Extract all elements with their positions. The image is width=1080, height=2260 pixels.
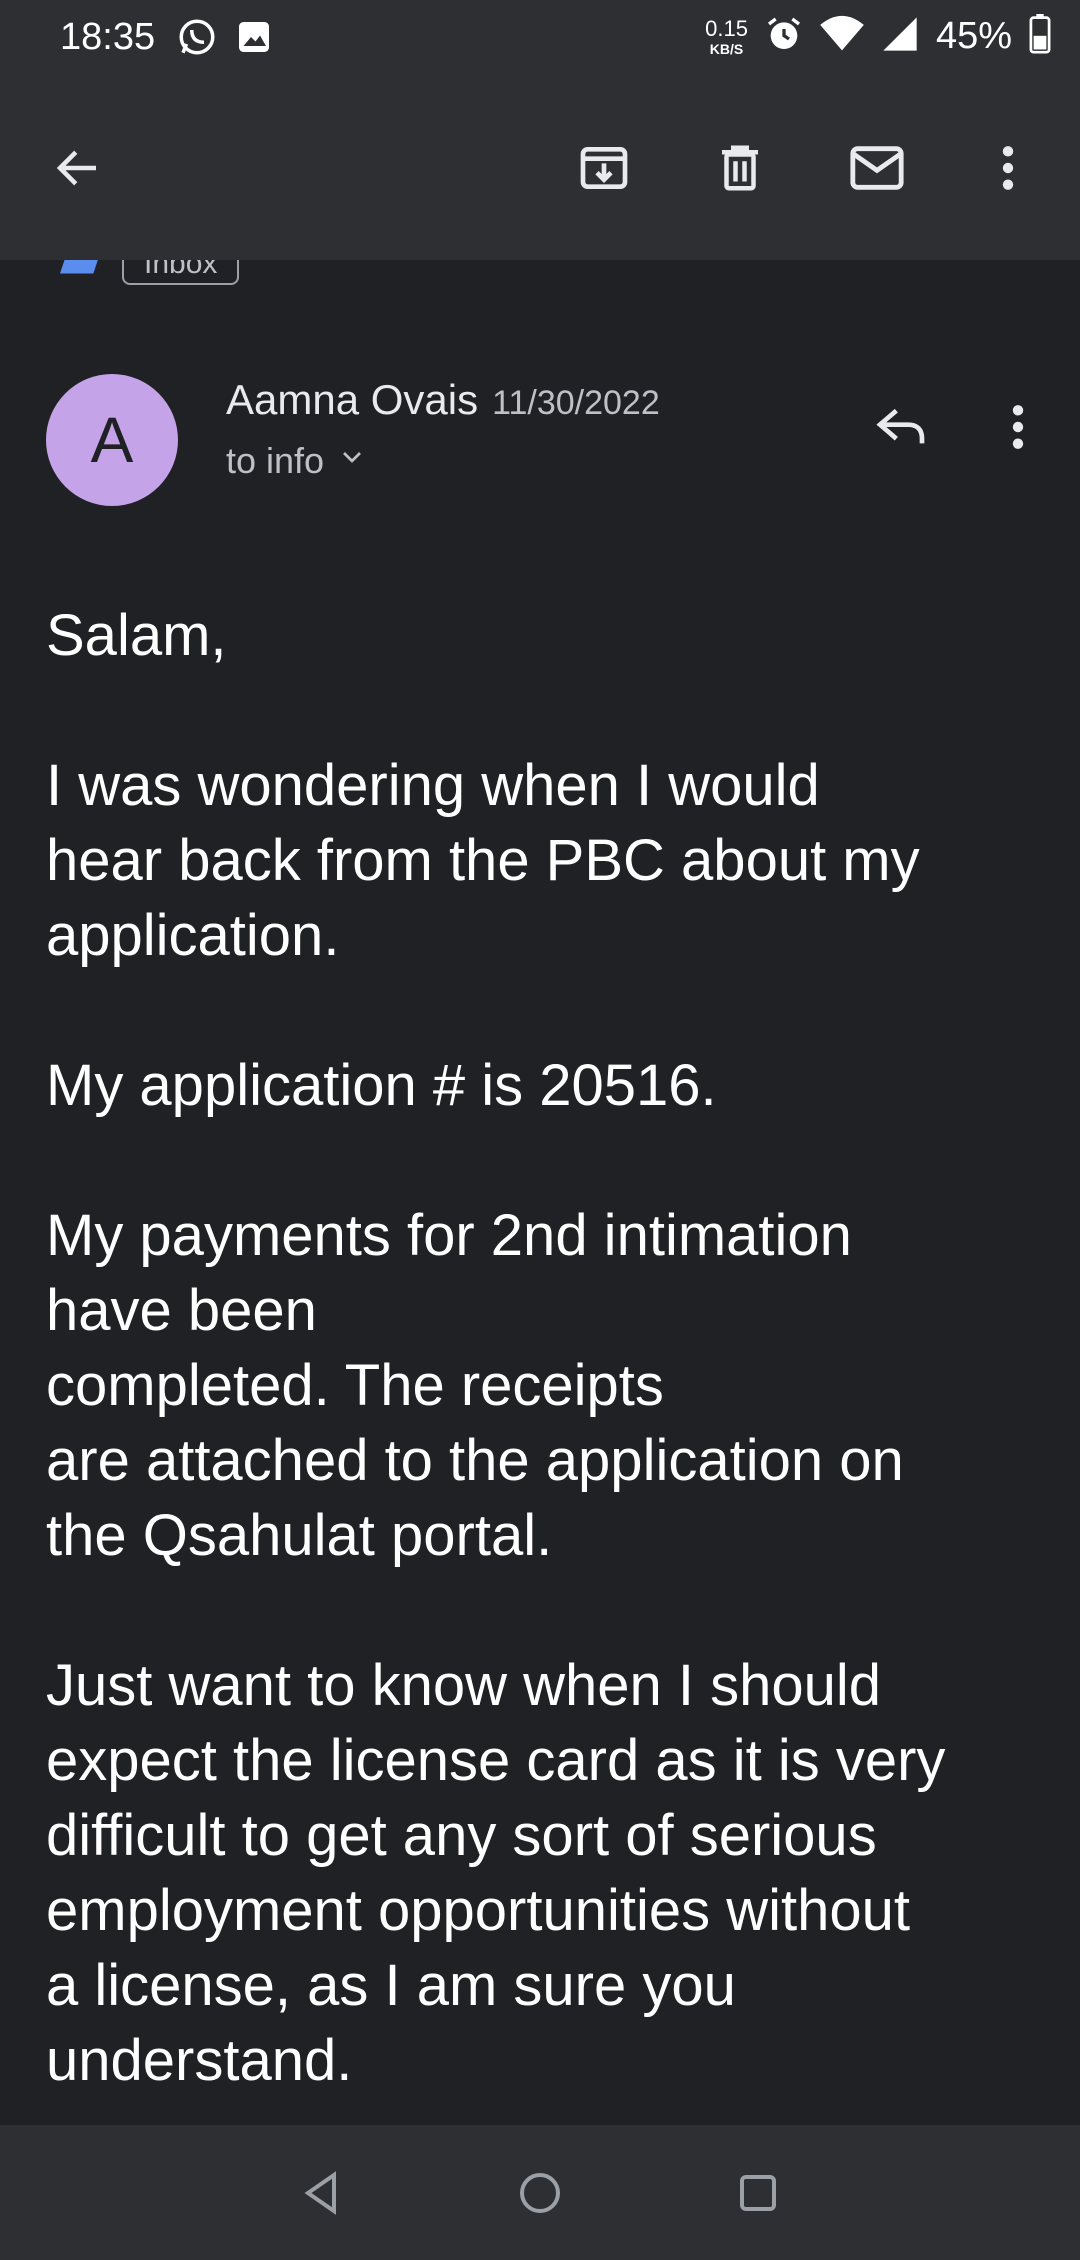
delete-icon[interactable]	[708, 136, 772, 200]
battery-icon	[1028, 14, 1052, 59]
message-body: Salam, I was wondering when I would hear…	[46, 598, 1046, 2125]
mark-unread-icon[interactable]	[845, 136, 909, 200]
nav-home-icon[interactable]	[510, 2163, 570, 2223]
net-speed-value: 0.15	[705, 15, 748, 41]
nav-recents-icon[interactable]	[728, 2163, 788, 2223]
label-chip-inbox[interactable]: Inbox	[122, 260, 240, 285]
battery-percent: 45%	[935, 15, 1012, 57]
body-paragraph: Salam,	[46, 603, 227, 668]
chevron-down-icon	[336, 440, 368, 482]
system-nav-bar	[0, 2125, 1080, 2260]
image-icon	[236, 19, 272, 60]
message-more-icon[interactable]	[988, 392, 1048, 462]
message-date: 11/30/2022	[492, 384, 660, 422]
message-view[interactable]: Inbox A Aamna Ovais 11/30/2022 to info S…	[0, 260, 1080, 2125]
recipients-toggle[interactable]: to info	[226, 440, 368, 482]
body-paragraph: My application # is 20516.	[46, 1053, 717, 1118]
wifi-icon	[820, 14, 864, 59]
net-speed-unit: KB/S	[709, 40, 744, 57]
reply-icon[interactable]	[866, 392, 936, 462]
back-arrow-icon[interactable]	[46, 136, 110, 200]
body-paragraph: My payments for 2nd intimation have been…	[46, 1203, 904, 1568]
more-vert-icon[interactable]	[976, 136, 1040, 200]
network-speed: 0.15 KB/S	[705, 15, 748, 57]
body-paragraph: Just want to know when I should expect t…	[46, 1653, 946, 2093]
signal-icon	[880, 14, 920, 59]
status-bar: 18:35 0.15 KB/S 45%	[0, 0, 1080, 80]
alarm-icon	[764, 14, 804, 59]
whatsapp-icon	[176, 16, 218, 63]
recipients-text: to info	[226, 440, 325, 481]
sender-name: Aamna Ovais	[226, 376, 479, 423]
nav-back-icon[interactable]	[292, 2163, 352, 2223]
top-app-bar	[0, 80, 1080, 260]
body-paragraph: I was wondering when I would hear back f…	[46, 753, 920, 968]
label-marker-icon	[60, 260, 110, 291]
archive-icon[interactable]	[572, 136, 636, 200]
status-time: 18:35	[60, 16, 156, 58]
sender-avatar[interactable]: A	[46, 374, 178, 506]
